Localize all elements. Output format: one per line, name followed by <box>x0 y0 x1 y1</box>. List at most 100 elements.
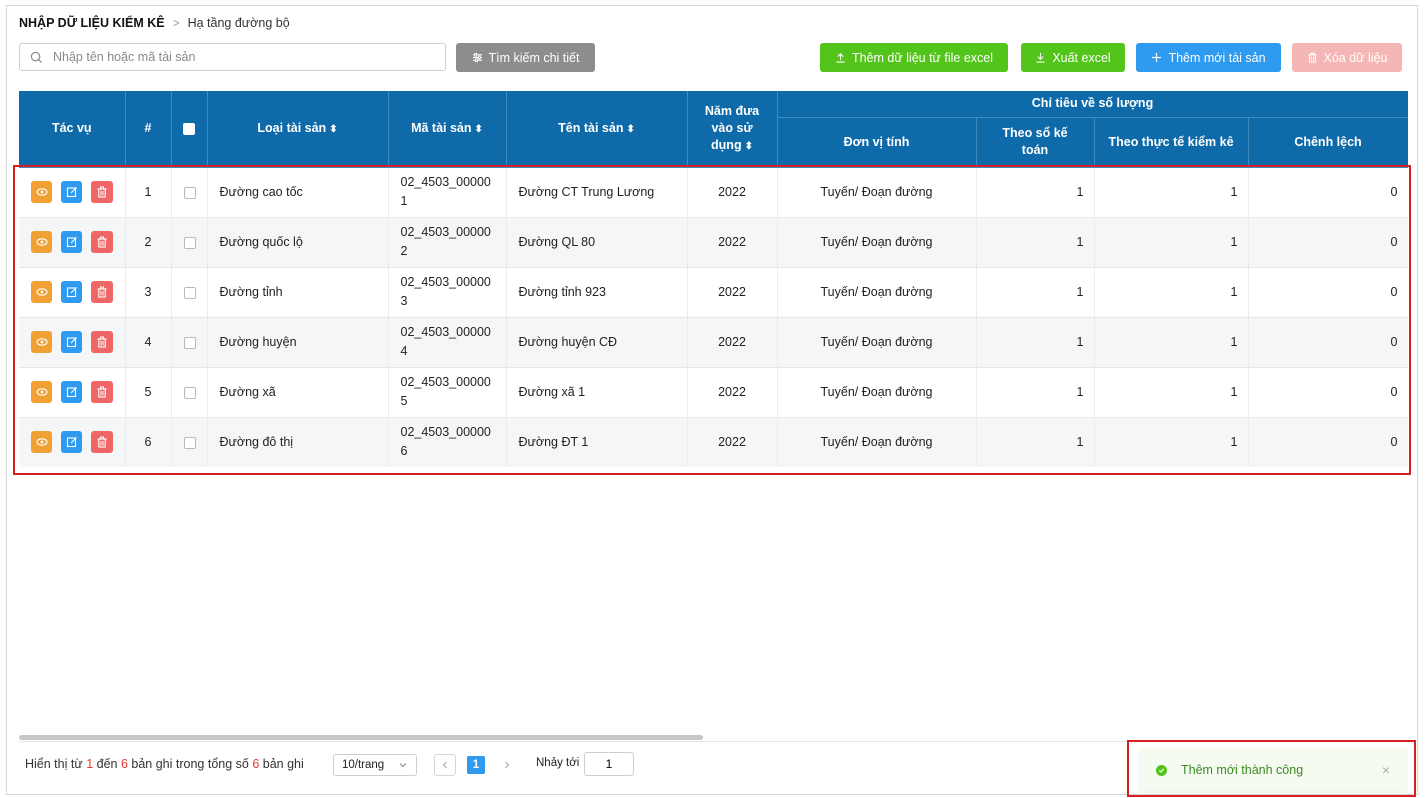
export-excel-label: Xuất excel <box>1052 50 1111 65</box>
row-unit: Tuyến/ Đoạn đường <box>777 317 977 368</box>
header-diff: Chênh lệch <box>1248 117 1408 168</box>
header-year-line2: vào sử <box>711 120 753 135</box>
jump-to-label: Nhảy tới <box>536 757 580 769</box>
row-year: 2022 <box>687 367 778 418</box>
row-index: 2 <box>125 217 172 268</box>
row-name: Đường tỉnh 923 <box>506 267 688 318</box>
row-name: Đường QL 80 <box>506 217 688 268</box>
import-excel-button[interactable]: Thêm dữ liệu từ file excel <box>820 43 1008 72</box>
horizontal-scrollbar[interactable] <box>19 735 703 740</box>
sort-icon[interactable]: ⬍ <box>475 124 483 135</box>
row-type: Đường cao tốc <box>207 167 389 218</box>
edit-icon[interactable] <box>61 381 83 403</box>
chevron-down-icon <box>399 763 407 768</box>
row-type: Đường huyện <box>207 317 389 368</box>
row-diff: 0 <box>1248 267 1408 318</box>
add-asset-label: Thêm mới tài sản <box>1168 50 1266 65</box>
export-excel-button[interactable]: Xuất excel <box>1021 43 1125 72</box>
header-name[interactable]: Tên tài sản ⬍ <box>506 91 688 168</box>
add-asset-button[interactable]: Thêm mới tài sản <box>1136 43 1281 72</box>
table-row: 1 Đường cao tốc 02_4503_000001 Đường CT Tru… <box>19 167 1408 218</box>
success-toast: Thêm mới thành công × <box>1139 749 1407 791</box>
import-excel-label: Thêm dữ liệu từ file excel <box>851 50 994 65</box>
pagination-total: 6 <box>252 757 260 771</box>
search-input[interactable] <box>53 50 433 64</box>
eye-icon[interactable] <box>31 231 53 253</box>
row-diff: 0 <box>1248 317 1408 368</box>
row-code: 02_4503_000003 <box>388 267 507 318</box>
prev-page-button[interactable] <box>434 754 456 776</box>
check-circle-icon <box>1156 764 1167 776</box>
edit-icon[interactable] <box>61 331 83 353</box>
eye-icon[interactable] <box>31 281 53 303</box>
row-code: 02_4503_000001 <box>388 167 507 218</box>
detail-search-button[interactable]: Tìm kiếm chi tiết <box>456 43 595 72</box>
row-select <box>171 167 208 218</box>
eye-icon[interactable] <box>31 381 53 403</box>
header-book-line1: Theo sổ kế <box>1002 126 1068 140</box>
plus-icon <box>1152 52 1162 63</box>
sort-icon[interactable]: ⬍ <box>626 124 634 135</box>
trash-icon[interactable] <box>91 281 113 303</box>
delete-data-label: Xóa dữ liệu <box>1323 50 1388 65</box>
edit-icon[interactable] <box>61 281 83 303</box>
row-actions <box>19 167 126 218</box>
trash-icon[interactable] <box>91 231 113 253</box>
row-unit: Tuyến/ Đoạn đường <box>777 267 977 318</box>
trash-icon[interactable] <box>91 181 113 203</box>
row-checkbox[interactable] <box>183 286 196 299</box>
row-actual: 1 <box>1094 417 1249 467</box>
jump-to-input[interactable] <box>584 752 634 776</box>
header-code[interactable]: Mã tài sản ⬍ <box>388 91 507 168</box>
chevron-right-icon <box>505 761 510 769</box>
sort-icon[interactable]: ⬍ <box>745 141 753 152</box>
breadcrumb-root[interactable]: NHẬP DỮ LIỆU KIỂM KÊ <box>19 16 165 30</box>
row-checkbox[interactable] <box>183 186 196 199</box>
edit-icon[interactable] <box>61 431 83 453</box>
row-year: 2022 <box>687 317 778 368</box>
trash-icon[interactable] <box>91 381 113 403</box>
breadcrumb-current: Hạ tầng đường bộ <box>187 16 290 30</box>
header-book: Theo sổ kế toán <box>976 117 1095 168</box>
row-book: 1 <box>976 217 1095 268</box>
header-unit: Đơn vị tính <box>777 117 977 168</box>
row-index: 4 <box>125 317 172 368</box>
row-checkbox[interactable] <box>183 236 196 249</box>
trash-icon[interactable] <box>91 331 113 353</box>
row-book: 1 <box>976 267 1095 318</box>
eye-icon[interactable] <box>31 331 53 353</box>
row-select <box>171 267 208 318</box>
header-year[interactable]: Năm đưa vào sử dụng ⬍ <box>687 91 778 168</box>
page-number-current[interactable]: 1 <box>467 756 485 774</box>
eye-icon[interactable] <box>31 431 53 453</box>
row-code: 02_4503_000004 <box>388 317 507 368</box>
header-year-line1: Năm đưa <box>704 103 760 118</box>
row-actions <box>19 367 126 418</box>
eye-icon[interactable] <box>31 181 53 203</box>
table-row: 2 Đường quốc lộ 02_4503_000002 Đường QL 80 2… <box>19 217 1408 268</box>
row-select <box>171 367 208 418</box>
next-page-button[interactable] <box>496 754 518 776</box>
row-checkbox[interactable] <box>183 336 196 349</box>
select-all-checkbox[interactable] <box>183 122 195 135</box>
header-code-label: Mã tài sản <box>411 120 472 135</box>
edit-icon[interactable] <box>61 181 83 203</box>
page-size-select[interactable]: 10/trang <box>333 754 417 776</box>
header-name-label: Tên tài sản <box>558 120 624 135</box>
header-quantity-group: Chỉ tiêu về số lượng <box>777 91 1408 118</box>
row-checkbox[interactable] <box>183 386 196 399</box>
row-checkbox[interactable] <box>183 436 196 449</box>
detail-search-label: Tìm kiếm chi tiết <box>488 50 580 65</box>
delete-data-button[interactable]: Xóa dữ liệu <box>1292 43 1402 72</box>
row-type: Đường xã <box>207 367 389 418</box>
header-actual: Theo thực tế kiểm kê <box>1094 117 1249 168</box>
search-box[interactable] <box>19 43 446 71</box>
row-unit: Tuyến/ Đoạn đường <box>777 217 977 268</box>
sort-icon[interactable]: ⬍ <box>329 124 337 135</box>
row-code: 02_4503_000002 <box>388 217 507 268</box>
header-type[interactable]: Loại tài sản ⬍ <box>207 91 389 168</box>
trash-icon[interactable] <box>91 431 113 453</box>
edit-icon[interactable] <box>61 231 83 253</box>
pagination-to: 6 <box>120 757 128 771</box>
close-icon[interactable]: × <box>1382 762 1390 778</box>
